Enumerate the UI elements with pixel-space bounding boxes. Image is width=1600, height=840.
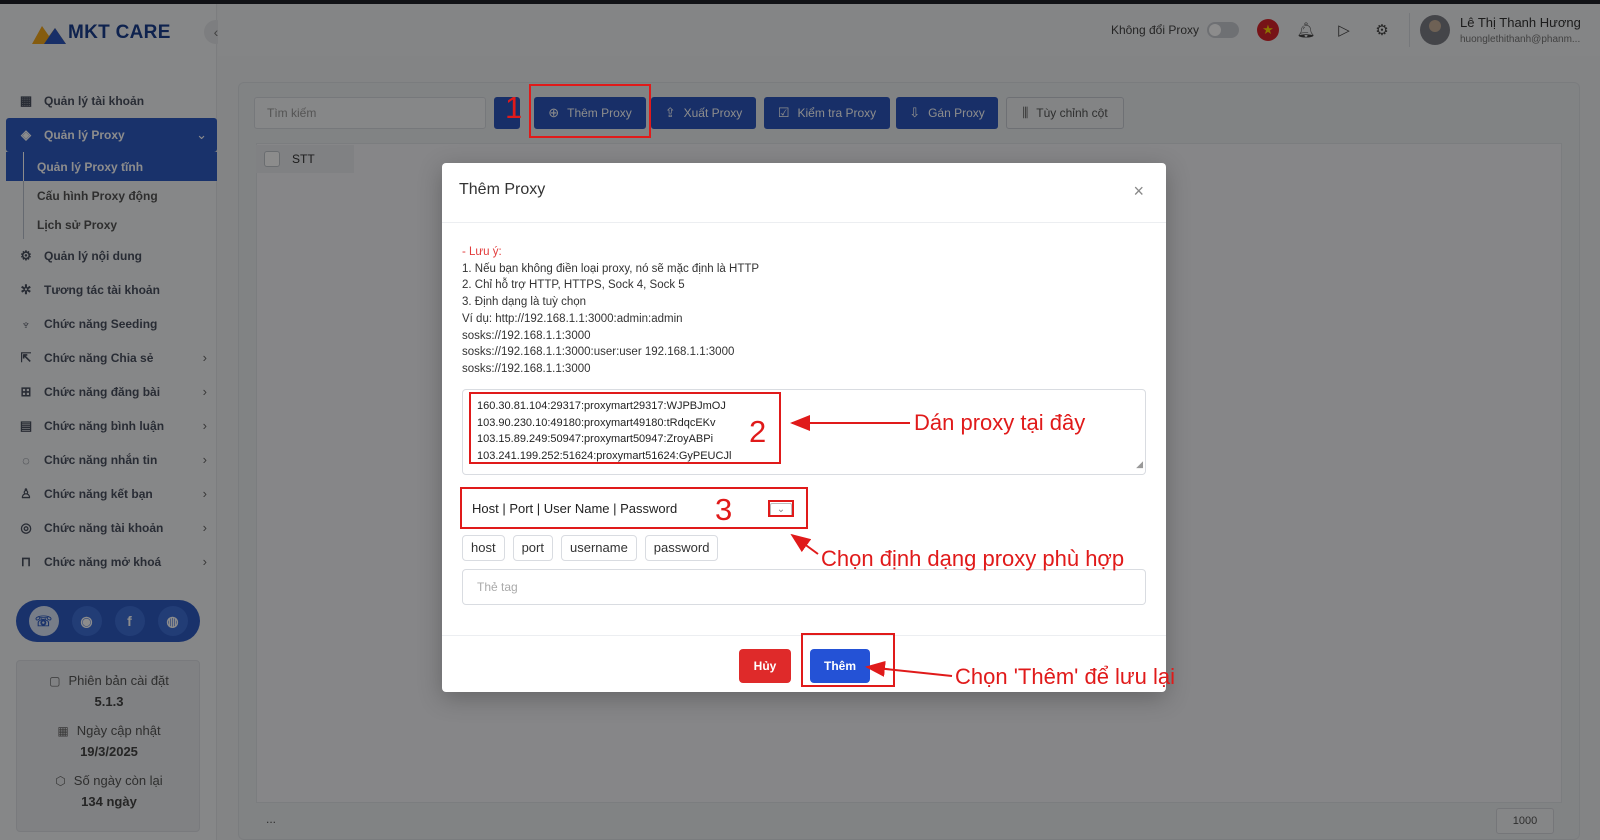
- arrow-to-format-select: [790, 533, 819, 555]
- arrow-to-add-button: [865, 660, 953, 677]
- annotation-arrows: [790, 415, 953, 677]
